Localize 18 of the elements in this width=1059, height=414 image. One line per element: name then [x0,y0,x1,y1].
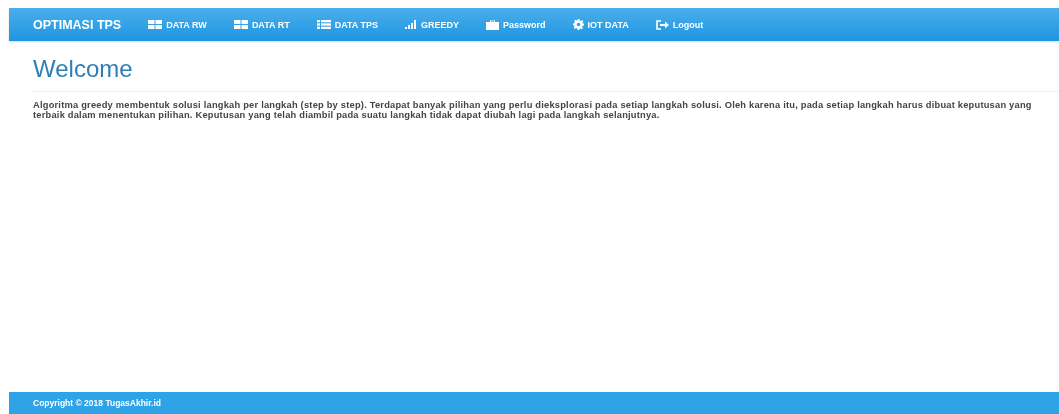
copyright-text: Copyright © 2018 TugasAkhir.id [33,398,161,408]
nav-link[interactable]: Logout [655,19,704,30]
nav-link[interactable]: DATA RW [148,19,207,30]
paragraph: Algoritma greedy membentuk solusi langkah per langkah (step by step). Terdapat banyak pilihan yang perlu dieksplorasi pada setiap langkah solusi. Oleh karena itu, pada setiap langkah harus dibuat keputusan yang terbaik dalam menentukan pilihan. Keputusan yang telah diambil pada suatu langkah tidak dapat diubah lagi pada langkah selanjutnya. [33,101,1033,120]
nav-link[interactable]: DATA TPS [316,19,379,30]
brand-link[interactable]: OPTIMASI TPS [33,17,122,32]
briefcase-icon [486,19,500,30]
list-icon [316,20,331,29]
page-heading: Welcome [33,55,134,83]
nav-link[interactable]: GREEDY [405,19,460,30]
grid-icon [233,20,248,29]
signal-icon [405,20,418,29]
nav-link[interactable]: DATA RT [233,19,290,30]
gear-icon [572,19,584,30]
nav-link[interactable]: IOT DATA [572,19,629,30]
nav-link[interactable]: Password [486,19,546,30]
grid-icon [148,20,163,29]
logout-icon [655,19,669,30]
